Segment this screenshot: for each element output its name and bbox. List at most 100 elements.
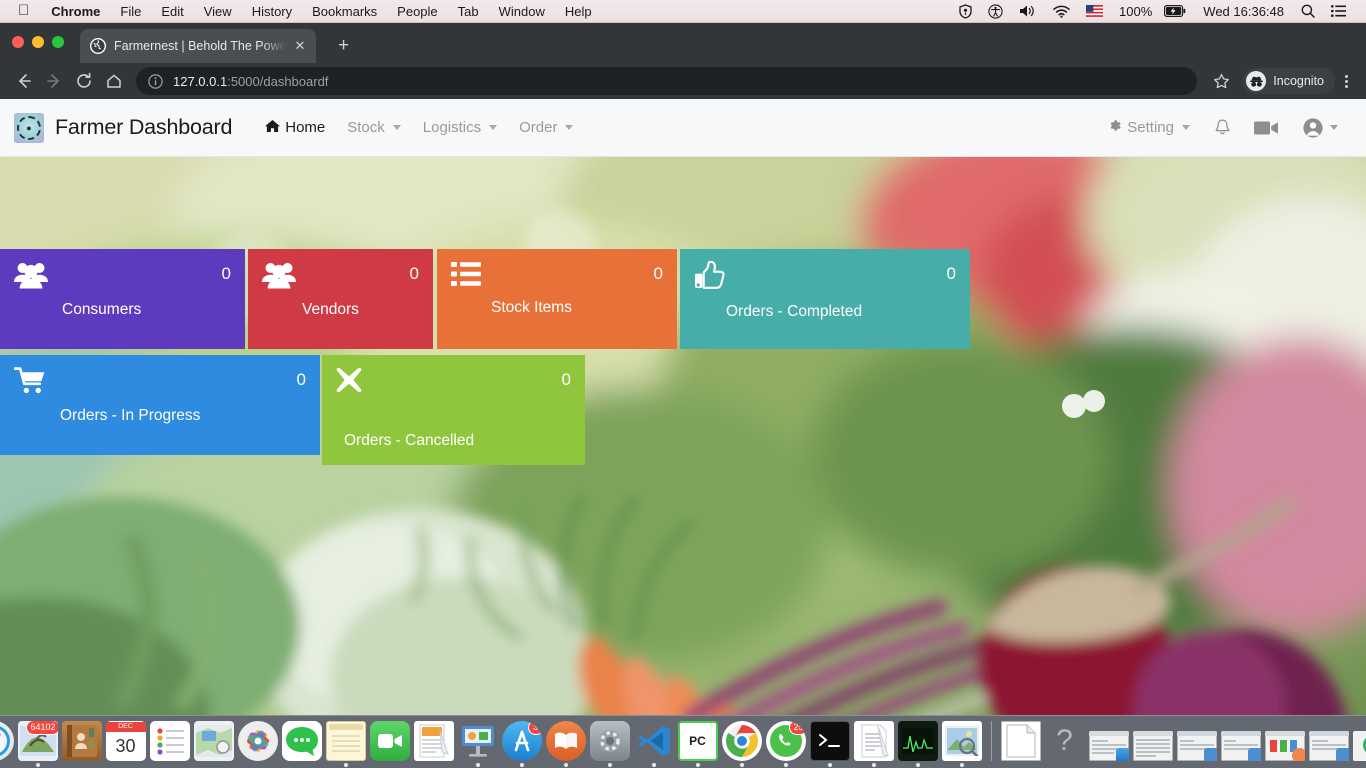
stat-card-orders-in-progress[interactable]: 0 Orders - In Progress xyxy=(0,355,320,455)
stat-card-orders-completed[interactable]: 0 Orders - Completed xyxy=(680,249,970,349)
maximize-window-button[interactable] xyxy=(52,36,64,48)
close-window-button[interactable] xyxy=(12,36,24,48)
running-indicator xyxy=(871,763,876,767)
menu-bar-items:  Chrome File Edit View History Bookmark… xyxy=(8,3,602,19)
menu-item-window[interactable]: Window xyxy=(489,4,555,19)
browser-tab[interactable]: Farmernest | Behold The Powe ✕ xyxy=(80,29,316,63)
battery-percent-label: 100% xyxy=(1119,3,1153,19)
new-tab-button[interactable]: + xyxy=(332,36,355,55)
user-account-icon[interactable] xyxy=(1292,111,1348,145)
dock-item-minimized-document-window[interactable] xyxy=(1000,717,1042,767)
dock-item-minimized-window-text[interactable] xyxy=(1132,717,1174,767)
back-arrow-icon[interactable] xyxy=(10,67,38,95)
dock-item-facetime[interactable] xyxy=(369,717,411,767)
running-indicator xyxy=(783,763,788,767)
us-flag-icon[interactable] xyxy=(1078,5,1111,17)
stat-card-value: 0 xyxy=(409,264,419,283)
menu-item-view[interactable]: View xyxy=(194,4,242,19)
nav-item-home-label: Home xyxy=(285,119,326,136)
dock-item-whatsapp[interactable]: 25 xyxy=(765,717,807,767)
wifi-icon[interactable] xyxy=(1045,5,1078,18)
three-dot-menu-icon[interactable] xyxy=(1337,73,1356,90)
dock-item-minimized-window-terminal[interactable] xyxy=(1352,717,1366,767)
nav-item-setting[interactable]: Setting xyxy=(1096,112,1201,143)
bell-notification-icon[interactable] xyxy=(1203,112,1242,144)
stat-card-orders-cancelled[interactable]: 0 Orders - Cancelled xyxy=(322,355,585,465)
menu-item-bookmarks[interactable]: Bookmarks xyxy=(302,4,387,19)
stat-card-label: Consumers xyxy=(62,301,142,318)
star-bookmark-icon[interactable] xyxy=(1207,67,1235,95)
stat-card-vendors[interactable]: 0 Vendors xyxy=(248,249,433,349)
dock-item-preview[interactable] xyxy=(941,717,983,767)
volume-on-icon[interactable] xyxy=(1011,4,1045,18)
nav-item-stock-label: Stock xyxy=(347,119,385,136)
shield-location-icon[interactable] xyxy=(951,3,980,19)
dock-item-help-viewer-window[interactable]: ? xyxy=(1044,717,1086,767)
farmernest-logo-icon: ● xyxy=(14,112,44,143)
dock-item-mail[interactable]: 64102 xyxy=(17,717,59,767)
nav-item-order[interactable]: Order xyxy=(508,113,584,142)
dock-item-activity-monitor[interactable] xyxy=(897,717,939,767)
battery-charging-icon[interactable] xyxy=(1156,5,1194,17)
dock-item-photos[interactable] xyxy=(237,717,279,767)
chevron-down-icon xyxy=(489,125,498,130)
dock-item-contacts[interactable] xyxy=(61,717,103,767)
running-indicator xyxy=(1327,763,1331,767)
dock-item-pycharm[interactable]: PC xyxy=(677,717,719,767)
running-indicator xyxy=(475,763,480,767)
brand[interactable]: ● Farmer Dashboard xyxy=(14,112,232,143)
menu-item-history[interactable]: History xyxy=(242,4,302,19)
dock-item-minimized-window-browser-1[interactable] xyxy=(1176,717,1218,767)
dock-item-maps[interactable] xyxy=(193,717,235,767)
menu-item-file[interactable]: File xyxy=(110,4,151,19)
stat-card-stock-items[interactable]: 0 Stock Items xyxy=(437,249,677,349)
dock-item-calendar[interactable]: DEC 30 xyxy=(105,717,147,767)
dock-item-pages[interactable] xyxy=(413,717,455,767)
page-info-icon[interactable] xyxy=(148,73,163,89)
dock-item-safari[interactable] xyxy=(0,717,15,767)
dock-item-keynote[interactable] xyxy=(457,717,499,767)
minimize-window-button[interactable] xyxy=(32,36,44,48)
dock-item-messages[interactable] xyxy=(281,717,323,767)
accessibility-icon[interactable] xyxy=(980,3,1011,19)
notification-center-icon[interactable] xyxy=(1323,5,1354,17)
dock-item-ibooks[interactable] xyxy=(545,717,587,767)
shopping-cart-icon xyxy=(14,367,46,395)
dock-item-google-chrome[interactable] xyxy=(721,717,763,767)
close-icon[interactable]: ✕ xyxy=(292,38,308,54)
dock-item-app-store[interactable]: 3 xyxy=(501,717,543,767)
menu-item-help[interactable]: Help xyxy=(555,4,602,19)
dock-item-reminders[interactable] xyxy=(149,717,191,767)
spotlight-search-icon[interactable] xyxy=(1293,4,1323,18)
address-bar[interactable]: 127.0.0.1:5000/dashboardf xyxy=(136,67,1198,95)
dock-item-notes[interactable] xyxy=(325,717,367,767)
dock-item-visual-studio-code[interactable] xyxy=(633,717,675,767)
menu-item-people[interactable]: People xyxy=(387,4,447,19)
dock-item-terminal[interactable] xyxy=(809,717,851,767)
dock-item-textedit[interactable] xyxy=(853,717,895,767)
dashboard-stat-cards: 0 Consumers 0 Vendors 0 Stock Items 0 Or… xyxy=(0,249,980,465)
nav-item-logistics[interactable]: Logistics xyxy=(412,113,508,142)
menu-item-edit[interactable]: Edit xyxy=(151,4,193,19)
nav-item-home[interactable]: Home xyxy=(254,113,336,143)
apple-logo-icon[interactable]:  xyxy=(8,3,41,18)
menu-item-tab[interactable]: Tab xyxy=(448,4,489,19)
running-indicator xyxy=(695,763,700,767)
navbar-right-actions: Setting xyxy=(1096,111,1348,145)
stat-card-consumers[interactable]: 0 Consumers xyxy=(0,249,245,349)
nav-item-stock[interactable]: Stock xyxy=(336,113,412,142)
dock-item-system-preferences[interactable] xyxy=(589,717,631,767)
dock-badge: 3 xyxy=(527,721,542,735)
menu-bar-clock[interactable]: Wed 16:36:48 xyxy=(1194,4,1293,19)
dock-item-minimized-window-keynote[interactable] xyxy=(1264,717,1306,767)
site-navbar: ● Farmer Dashboard Home Stock Logistics … xyxy=(0,99,1366,157)
menu-item-chrome[interactable]: Chrome xyxy=(41,4,110,19)
incognito-indicator[interactable]: Incognito xyxy=(1243,68,1335,94)
home-icon[interactable] xyxy=(100,67,128,95)
reload-icon[interactable] xyxy=(70,67,98,95)
forward-arrow-icon[interactable] xyxy=(40,67,68,95)
dock-item-minimized-window-browser-2[interactable] xyxy=(1220,717,1262,767)
dock-item-minimized-window-finder[interactable] xyxy=(1088,717,1130,767)
dock-item-minimized-window-browser-3[interactable] xyxy=(1308,717,1350,767)
video-camera-icon[interactable] xyxy=(1244,113,1290,143)
